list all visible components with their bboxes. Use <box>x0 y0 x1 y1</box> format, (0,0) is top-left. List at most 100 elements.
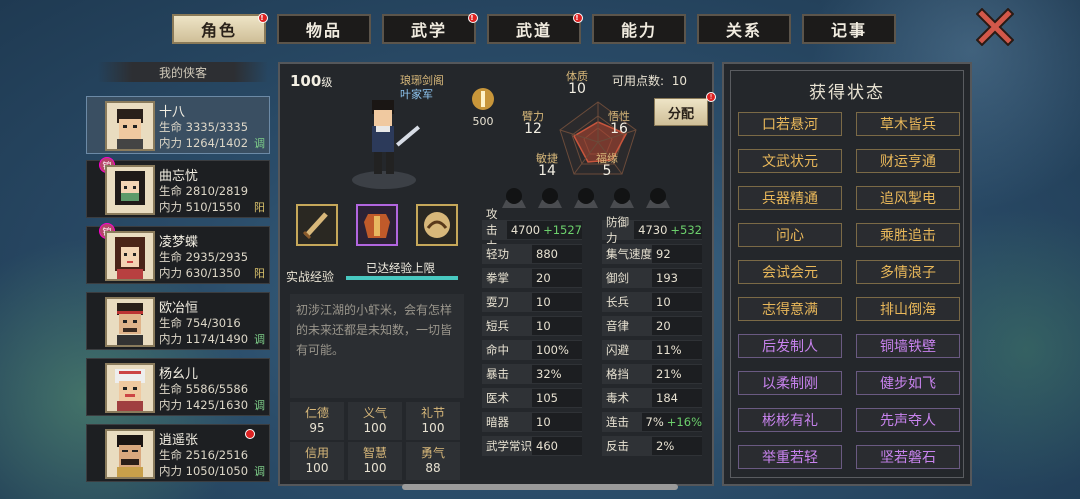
stat-value-box: 100% <box>532 341 582 359</box>
tab-martial-arts[interactable]: 武学! <box>382 13 478 44</box>
status-item[interactable]: 排山倒海 <box>856 297 960 321</box>
stat-label: 集气速度 <box>606 247 652 261</box>
status-item[interactable]: 铜墙铁壁 <box>856 334 960 358</box>
character-card[interactable]: 锦 曲忘忧 生命 2810/2819 内力 510/1550 阳 <box>86 157 270 218</box>
status-item[interactable]: 乘胜追击 <box>856 223 960 247</box>
stat-value: 4700 <box>510 223 541 237</box>
stat-row: 长兵 10 <box>602 292 702 312</box>
stat-label: 闪避 <box>606 343 629 357</box>
empty-gem-slot[interactable] <box>536 186 564 212</box>
tab-journal[interactable]: 记事 <box>802 14 896 44</box>
character-card[interactable]: 十八 生命 3335/3335 内力 1264/1402 调 <box>86 96 270 154</box>
stat-row: 毒术 184 <box>602 388 702 408</box>
stat-value: 100% <box>536 343 569 357</box>
armor-slot[interactable] <box>356 204 398 246</box>
stat-label: 暴击 <box>486 367 509 381</box>
level: 100级 <box>290 72 333 90</box>
empty-gem-slot[interactable] <box>572 186 600 212</box>
status-panel: 获得状态 口若悬河 草木皆兵 文武状元 财运亨通 兵器精通 追风掣电 问心 乘胜追击 会试会元多… <box>722 62 972 486</box>
stat-value-box: 21% <box>652 365 702 383</box>
stat-value-box: 193 <box>652 269 702 287</box>
status-item[interactable]: 财运亨通 <box>856 149 960 173</box>
empty-gem-slot[interactable] <box>644 186 672 212</box>
tab-abilities[interactable]: 能力 <box>592 14 686 44</box>
tab-martial-way[interactable]: 武道! <box>487 13 583 44</box>
tab-items[interactable]: 物品 <box>277 14 371 44</box>
stat-value-box: 184 <box>652 389 702 407</box>
stat-row: 攻击力4700+1527 <box>482 207 582 253</box>
status-item[interactable]: 坚若磐石 <box>856 445 960 469</box>
status-item[interactable]: 后发制人 <box>738 334 842 358</box>
stat-value-box: 7% +16% <box>641 413 702 431</box>
character-name: 曲忘忧 <box>159 169 199 184</box>
allocate-button[interactable]: 分配 <box>654 98 708 126</box>
status-tag: 调 <box>254 333 265 346</box>
tab-relations[interactable]: 关系 <box>697 14 791 44</box>
stat-value: 460 <box>536 439 558 453</box>
character-card[interactable]: 锦 凌梦蝶 生命 2935/2935 内力 630/1350 阳 <box>86 223 270 284</box>
status-item[interactable]: 问心 <box>738 223 842 247</box>
avatar <box>105 101 155 151</box>
stat-value-box: 10 <box>532 317 582 335</box>
mp-text: 内力 510/1550 <box>159 200 241 214</box>
virtue-loyalty: 义气 100 <box>348 402 402 440</box>
status-item[interactable]: 以柔制刚 <box>738 371 842 395</box>
close-icon[interactable] <box>976 8 1014 46</box>
attr-strength: 臂力 12 <box>522 110 544 137</box>
character-name: 欧冶恒 <box>159 301 199 316</box>
avatar <box>105 297 155 347</box>
stat-label: 音律 <box>606 319 629 333</box>
status-item[interactable]: 多情浪子 <box>856 260 960 284</box>
stat-label: 拳掌 <box>486 271 509 285</box>
hp-text: 生命 2935/2935 <box>159 250 249 264</box>
empty-gem-slot[interactable] <box>608 186 636 212</box>
stat-row: 防御力 4730 +532 <box>602 215 702 245</box>
notify-dot: ! <box>258 13 268 23</box>
armor-icon <box>364 214 390 238</box>
character-name: 逍遥张 <box>159 433 199 448</box>
stat-value: 32% <box>536 367 562 381</box>
notify-dot <box>245 429 255 439</box>
stat-value-box: 105 <box>532 389 582 407</box>
stat-label: 武学常识 <box>486 439 532 453</box>
stat-row: 医术 105 <box>482 388 582 408</box>
status-item[interactable]: 口若悬河 <box>738 112 842 136</box>
xp-bar <box>346 276 458 280</box>
status-item[interactable]: 草木皆兵 <box>856 112 960 136</box>
status-tag: 调 <box>254 137 265 150</box>
character-card[interactable]: 欧冶恒 生命 754/3016 内力 1174/1490 调 <box>86 292 270 350</box>
notify-dot: ! <box>706 92 716 102</box>
stat-value: 10 <box>656 295 671 309</box>
status-item[interactable]: 健步如飞 <box>856 371 960 395</box>
character-card[interactable]: 杨幺儿 生命 5586/5586 内力 1425/1630 调 <box>86 358 270 416</box>
stat-row: 闪避 11% <box>602 340 702 360</box>
virtue-etiquette: 礼节 100 <box>406 402 460 440</box>
attr-constitution: 体质 10 <box>566 70 588 97</box>
stat-value: 20 <box>656 319 671 333</box>
stat-bonus: +1527 <box>543 223 582 237</box>
stat-label: 毒术 <box>606 391 629 405</box>
stat-row: 命中 100% <box>482 340 582 360</box>
stat-value-box: 4700 +1527 <box>506 221 582 239</box>
stat-value-box: 2% <box>652 437 702 455</box>
status-item[interactable]: 志得意满 <box>738 297 842 321</box>
status-item[interactable]: 彬彬有礼 <box>738 408 842 432</box>
character-description: 初涉江湖的小虾米，会有怎样的未来还都是未知数，一切皆有可能。 <box>290 294 464 398</box>
status-item[interactable]: 先声夺人 <box>856 408 960 432</box>
tab-bar: 角色! 物品 武学! 武道! 能力 关系 记事 <box>172 13 896 44</box>
stat-row: 暴击 32% <box>482 364 582 384</box>
status-item[interactable]: 会试会元 <box>738 260 842 284</box>
tab-character[interactable]: 角色! <box>172 13 268 44</box>
status-item[interactable]: 兵器精通 <box>738 186 842 210</box>
stat-label: 短兵 <box>486 319 509 333</box>
weapon-slot[interactable] <box>296 204 338 246</box>
stat-value-box: 10 <box>652 293 702 311</box>
character-card[interactable]: 逍遥张 生命 2516/2516 内力 1050/1050 调 <box>86 424 270 482</box>
available-points: 可用点数: 10 <box>612 74 687 88</box>
status-item[interactable]: 文武状元 <box>738 149 842 173</box>
accessory-slot[interactable] <box>416 204 458 246</box>
status-item[interactable]: 举重若轻 <box>738 445 842 469</box>
home-indicator <box>402 484 678 490</box>
stat-value-box: 460 <box>532 437 582 455</box>
status-item[interactable]: 追风掣电 <box>856 186 960 210</box>
